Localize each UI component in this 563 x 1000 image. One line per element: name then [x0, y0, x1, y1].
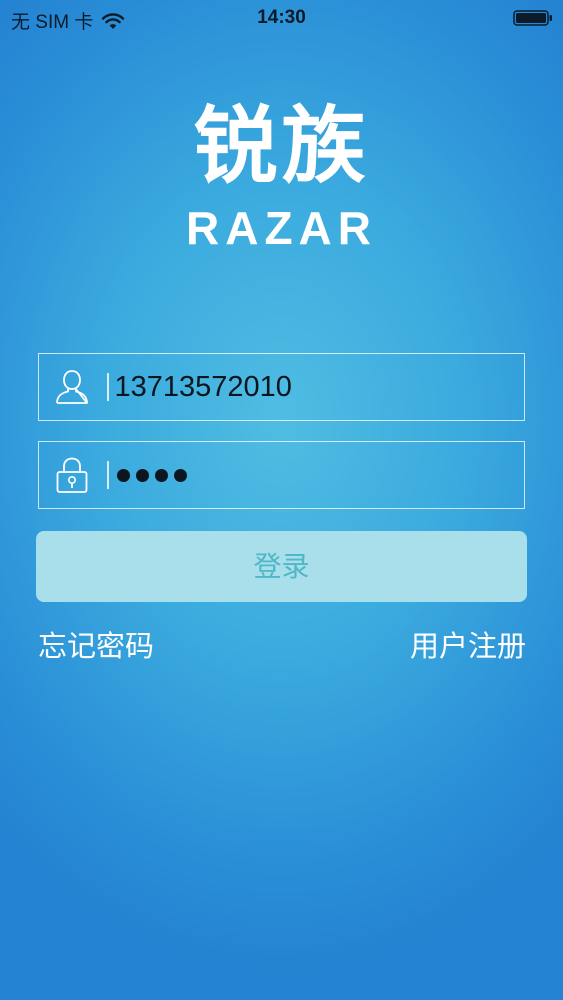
password-dot: [173, 468, 187, 482]
lock-icon: [56, 457, 88, 493]
field-divider: [107, 461, 109, 489]
register-link[interactable]: 用户注册: [410, 624, 526, 668]
password-field[interactable]: [38, 441, 525, 509]
phone-input[interactable]: [114, 370, 495, 404]
status-bar: 无 SIM 卡 14:30: [0, 0, 563, 38]
clock: 14:30: [257, 7, 306, 28]
forgot-password-link[interactable]: 忘记密码: [38, 624, 154, 668]
app-logo-english: RAZAR: [186, 202, 377, 254]
app-logo-chinese: 锐族: [193, 97, 370, 195]
password-dot: [154, 468, 168, 482]
battery-icon: [513, 10, 552, 26]
login-button[interactable]: 登录: [36, 531, 527, 602]
field-divider: [107, 373, 109, 401]
user-icon: [56, 370, 88, 404]
password-input[interactable]: [116, 468, 187, 482]
password-dot: [116, 468, 130, 482]
login-screen: 无 SIM 卡 14:30 锐族 RAZAR 13713572010 登录 忘记…: [0, 0, 563, 1000]
phone-field[interactable]: [38, 353, 525, 421]
password-dot: [135, 468, 149, 482]
